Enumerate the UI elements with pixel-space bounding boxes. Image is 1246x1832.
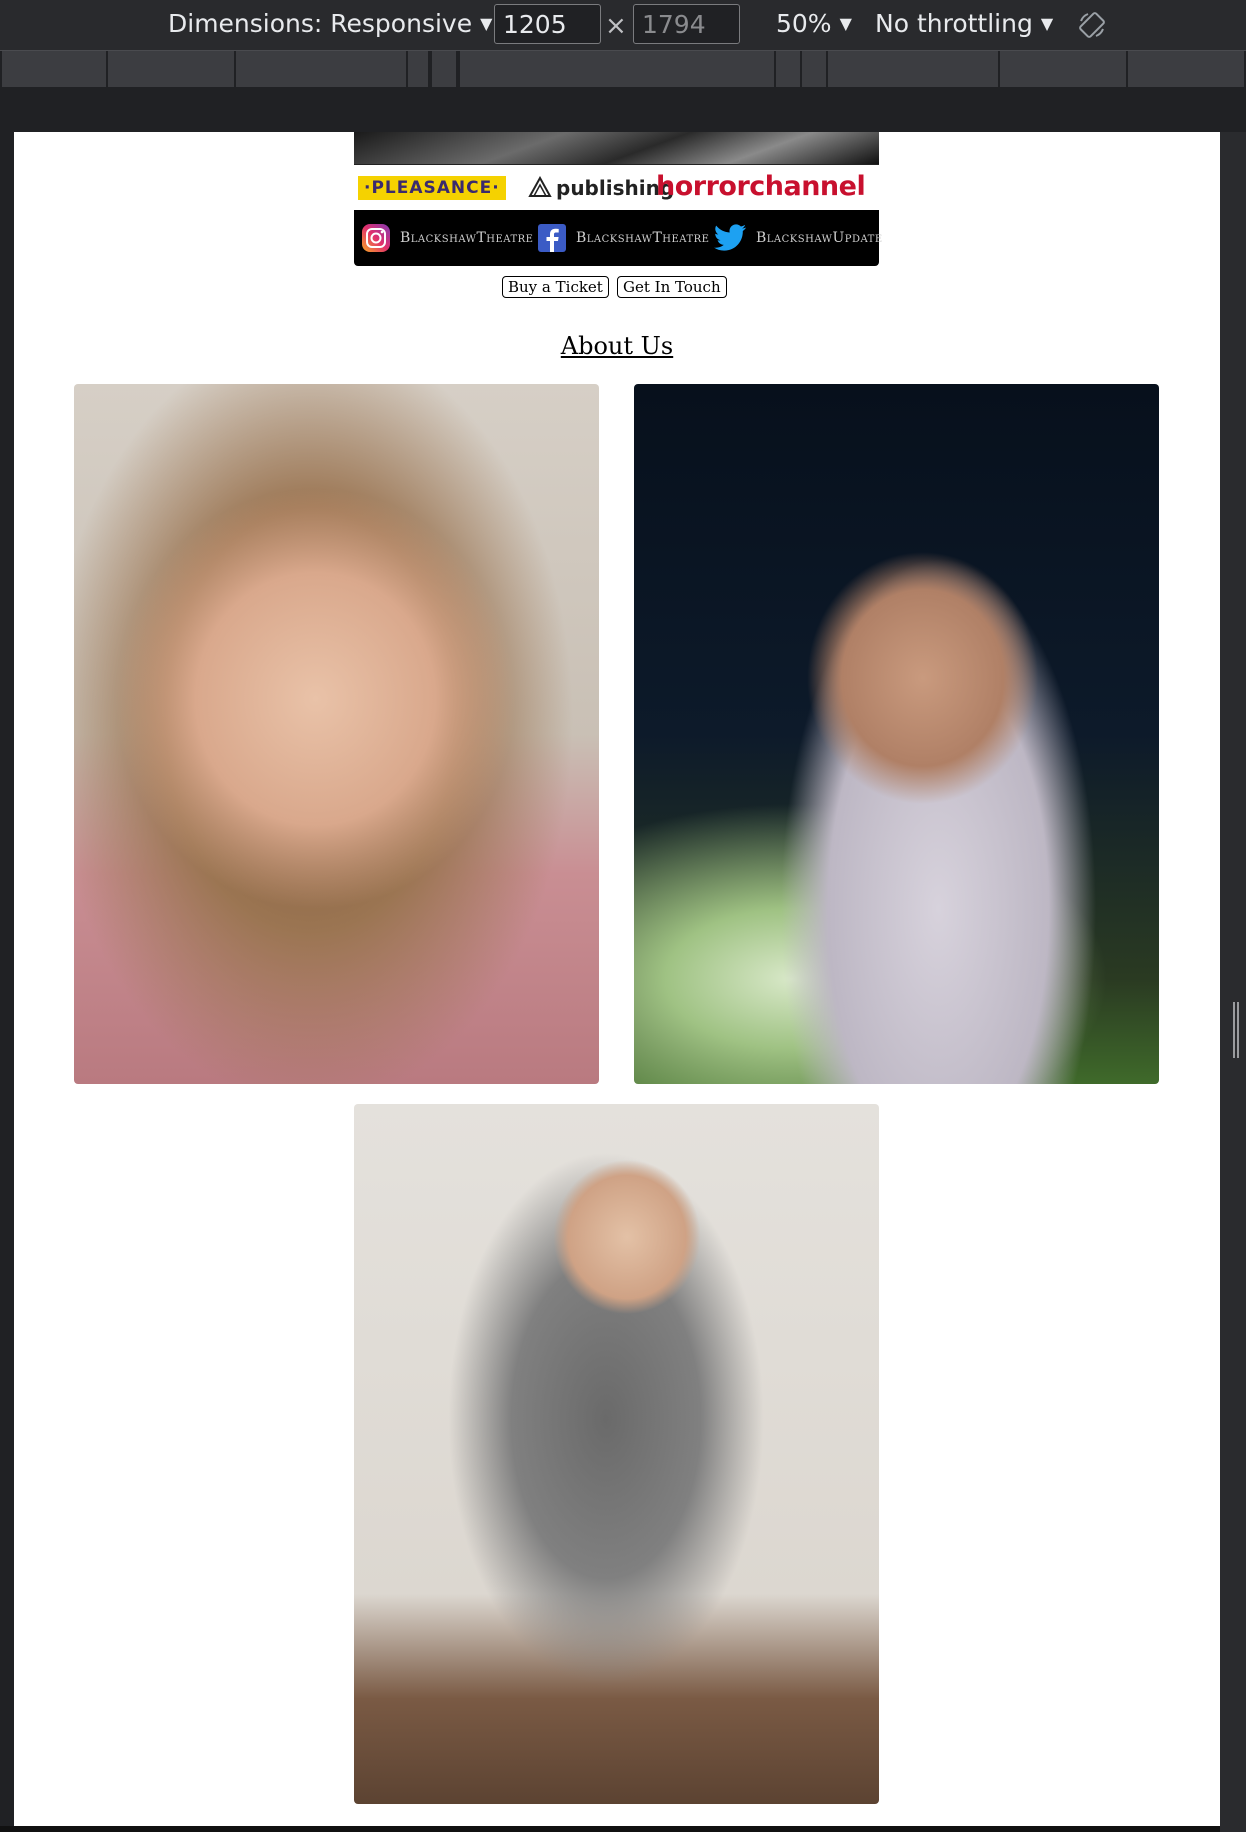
device-toolbar: Dimensions: Responsive ▼ × 50% ▼ No thrott… — [0, 0, 1246, 51]
publishing-logo: publishing — [528, 173, 674, 203]
get-in-touch-button[interactable]: Get In Touch — [617, 276, 727, 298]
banner-image — [354, 132, 879, 164]
media-query-segment[interactable] — [0, 51, 108, 87]
media-query-segment[interactable] — [826, 51, 1000, 87]
media-query-segment[interactable] — [800, 51, 828, 87]
media-query-segment[interactable] — [998, 51, 1128, 87]
width-input[interactable] — [494, 4, 601, 44]
viewport-side-gutter — [1220, 132, 1246, 1832]
chevron-down-icon: ▼ — [1040, 14, 1054, 33]
dimensions-label: Dimensions: Responsive — [168, 9, 473, 38]
team-photo-woman — [74, 384, 599, 1084]
throttling-dropdown[interactable]: No throttling ▼ — [875, 0, 1053, 50]
page-viewport: ·PLEASANCE· publishing horrorchannel Bla… — [14, 132, 1220, 1832]
instagram-link[interactable]: BlackshawTheatre — [360, 222, 533, 254]
media-query-segment[interactable] — [458, 51, 776, 87]
zoom-label: 50% — [776, 9, 832, 38]
media-query-segment[interactable] — [406, 51, 430, 87]
twitter-icon — [714, 224, 746, 251]
rotate-icon[interactable] — [1078, 11, 1106, 39]
facebook-handle: BlackshawTheatre — [576, 230, 710, 246]
media-query-segment[interactable] — [430, 51, 458, 87]
throttling-label: No throttling — [875, 9, 1033, 38]
times-icon: × — [605, 11, 627, 41]
media-query-segment[interactable] — [106, 51, 236, 87]
viewport-resize-handle[interactable] — [1233, 1002, 1239, 1058]
sponsor-strip: ·PLEASANCE· publishing horrorchannel — [354, 164, 879, 211]
twitter-handle: BlackshawUpdate — [756, 230, 883, 246]
media-query-bar — [0, 51, 1246, 87]
team-photo-man-reading — [634, 384, 1159, 1084]
about-us-heading: About Us — [560, 332, 674, 360]
chevron-down-icon: ▼ — [839, 14, 852, 33]
twitter-link[interactable]: BlackshawUpdate — [712, 222, 883, 254]
horror-channel-logo: horrorchannel — [656, 171, 866, 202]
instagram-icon — [362, 224, 390, 252]
dimensions-dropdown[interactable]: Dimensions: Responsive ▼ — [168, 0, 492, 50]
media-query-segment[interactable] — [1126, 51, 1246, 87]
instagram-handle: BlackshawTheatre — [400, 230, 534, 246]
chevron-down-icon: ▼ — [480, 14, 493, 33]
team-photo-man-microphone — [354, 1104, 879, 1804]
pleasance-logo: ·PLEASANCE· — [358, 176, 506, 200]
zoom-dropdown[interactable]: 50% ▼ — [776, 0, 852, 50]
facebook-link[interactable]: BlackshawTheatre — [536, 222, 709, 254]
buy-ticket-button[interactable]: Buy a Ticket — [502, 276, 609, 298]
publishing-logo-icon — [528, 176, 552, 197]
media-query-segment[interactable] — [234, 51, 408, 87]
height-input[interactable] — [633, 4, 740, 44]
viewport-bottom-edge — [0, 1826, 1220, 1832]
facebook-icon — [538, 224, 566, 252]
social-strip: BlackshawTheatre BlackshawTheatre Blacks… — [354, 210, 882, 266]
media-query-segment[interactable] — [774, 51, 802, 87]
